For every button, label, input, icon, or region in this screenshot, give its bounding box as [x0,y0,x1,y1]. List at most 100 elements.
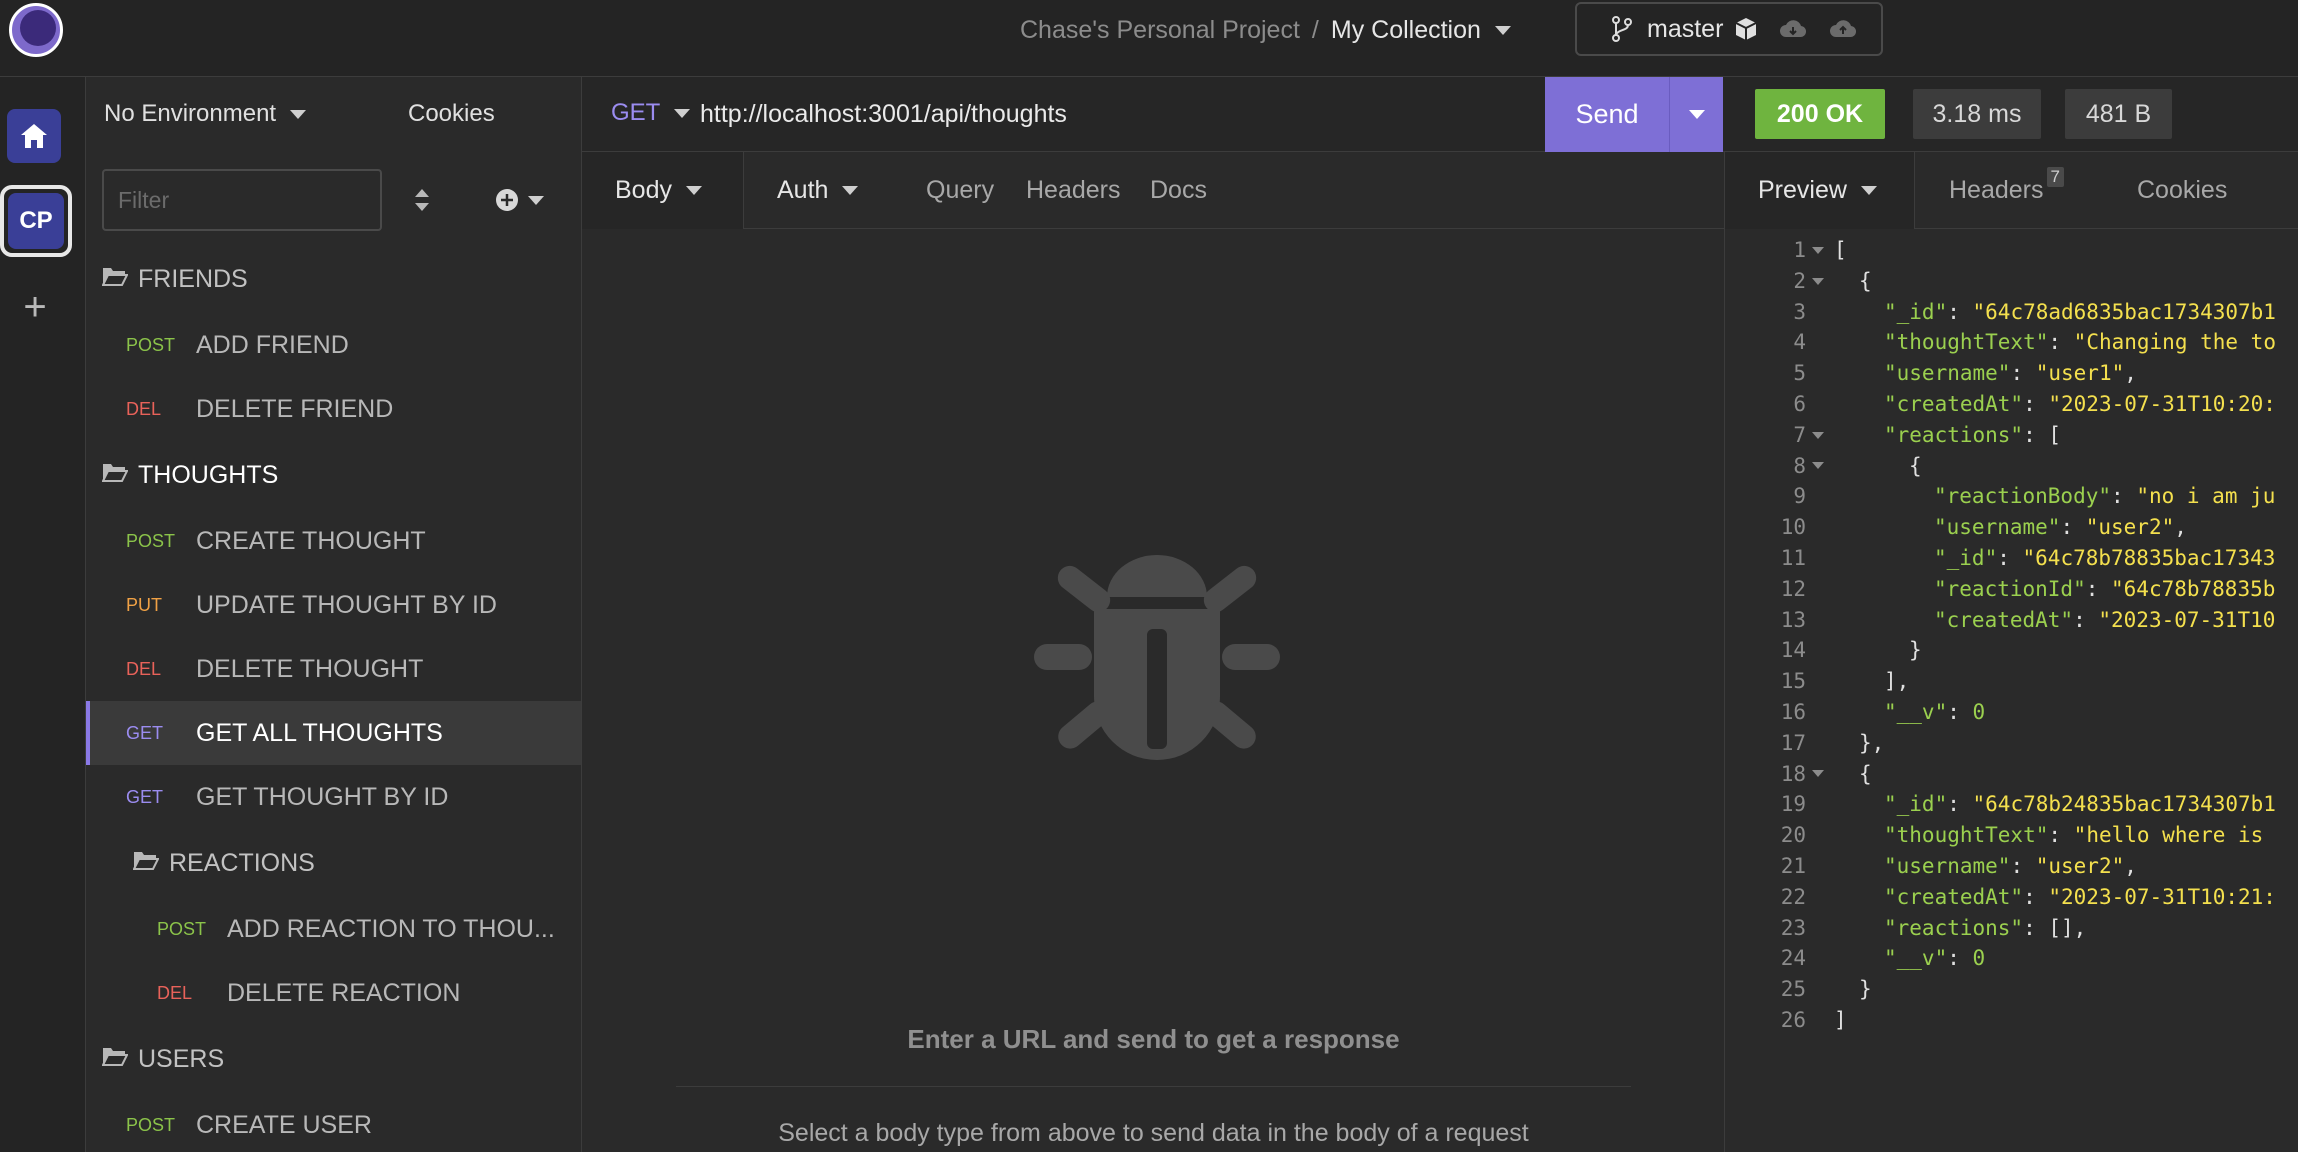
request-name: DELETE REACTION [227,978,461,1007]
code-line: 6 "createdAt": "2023-07-31T10:20: [1725,389,2298,420]
line-number: 13 [1780,607,1806,632]
sidebar-request-item[interactable]: DEL DELETE THOUGHT [86,637,581,701]
collection-sidebar: No Environment Cookies FRIENDS POST ADD FR… [86,77,582,1152]
breadcrumb: Chase's Personal Project / My Collection [1020,14,1511,46]
line-number: 7 [1793,422,1806,447]
code-text: "__v": 0 [1884,946,1986,971]
fold-toggle-icon[interactable] [1808,266,1828,297]
tab-docs[interactable]: Docs [1150,152,1207,229]
code-text: "reactionId": "64c78b78835b [1934,576,2276,601]
code-text: "reactionBody": "no i am ju [1934,484,2276,509]
method-select[interactable]: GET [611,99,691,127]
tab-query[interactable]: Query [926,152,994,229]
tab-preview[interactable]: Preview [1725,152,1915,229]
tab-response-headers[interactable]: Headers 7 [1949,152,2064,229]
code-text: { [1859,268,1872,293]
folder-users[interactable]: USERS [86,1025,581,1093]
sidebar-request-item[interactable]: DEL DELETE FRIEND [86,377,581,441]
code-text: ] [1834,1007,1847,1032]
fold-toggle-icon[interactable] [1808,420,1828,451]
branch-selector[interactable]: master [1575,2,1883,56]
sort-icon[interactable] [410,186,434,214]
request-pane: GET Send Body Auth Query Headers Docs [582,77,1725,1152]
line-number: 3 [1793,299,1806,324]
code-line: 3 "_id": "64c78ad6835bac1734307b1 [1725,297,2298,328]
fold-gutter [1808,635,1828,666]
request-name: ADD FRIEND [196,330,349,359]
code-text: "reactions": [], [1884,915,2087,940]
code-text: "reactions": [ [1884,422,2062,447]
url-input[interactable] [700,91,1540,137]
code-line: 2{ [1725,266,2298,297]
line-number: 25 [1780,977,1806,1002]
home-button[interactable] [7,109,61,163]
sidebar-request-item[interactable]: DEL DELETE REACTION [86,961,581,1025]
sidebar-request-item[interactable]: PUT UPDATE THOUGHT BY ID [86,573,581,637]
tab-headers[interactable]: Headers [1026,152,1121,229]
send-button[interactable]: Send [1545,77,1723,152]
fold-gutter [1808,297,1828,328]
code-line: 26] [1725,1005,2298,1036]
cube-icon[interactable] [1735,17,1757,41]
environment-select[interactable]: No Environment [104,100,307,128]
code-text: "createdAt": "2023-07-31T10:21: [1884,884,2276,909]
fold-gutter [1808,605,1828,636]
sidebar-request-item[interactable]: POST ADD REACTION TO THOU... [86,897,581,961]
send-options-button[interactable] [1669,77,1723,152]
code-line: 5 "username": "user1", [1725,358,2298,389]
folder-reactions[interactable]: REACTIONS [86,829,581,897]
method-badge: PUT [126,594,162,615]
method-badge: DEL [126,658,162,679]
code-line: 25} [1725,974,2298,1005]
cookies-button[interactable]: Cookies [408,100,495,128]
chevron-down-icon[interactable] [1494,25,1511,35]
folder-friends[interactable]: FRIENDS [86,245,581,313]
branch-name: master [1647,14,1724,43]
tab-body-label: Body [615,176,672,204]
environment-row: No Environment Cookies [86,77,581,155]
tab-body[interactable]: Body [582,152,744,229]
fold-toggle-icon[interactable] [1808,451,1828,482]
home-icon [21,124,47,148]
breadcrumb-project[interactable]: Chase's Personal Project [1020,14,1300,46]
tab-response-cookies[interactable]: Cookies [2137,152,2227,229]
request-name: UPDATE THOUGHT BY ID [196,590,497,619]
code-text: "thoughtText": "hello where is [1884,823,2264,848]
tab-auth[interactable]: Auth [777,152,859,229]
line-number: 22 [1780,884,1806,909]
fold-gutter [1808,820,1828,851]
code-line: 4 "thoughtText": "Changing the to [1725,327,2298,358]
response-tabs: Preview Headers 7 Cookies [1725,152,2298,229]
line-number: 10 [1780,515,1806,540]
sidebar-request-item[interactable]: GET GET THOUGHT BY ID [86,765,581,829]
folder-thoughts[interactable]: THOUGHTS [86,441,581,509]
code-line: 12 "reactionId": "64c78b78835b [1725,574,2298,605]
request-tree: FRIENDS POST ADD FRIEND DEL DELETE FRIEND THO… [86,245,581,1152]
sidebar-request-item[interactable]: POST CREATE THOUGHT [86,509,581,573]
add-request-menu[interactable] [494,187,544,213]
cloud-upload-icon[interactable] [1829,18,1857,40]
fold-toggle-icon[interactable] [1808,759,1828,790]
sidebar-request-item[interactable]: POST ADD FRIEND [86,313,581,377]
add-workspace-button[interactable]: + [17,287,53,327]
code-text: "username": "user2", [1884,853,2137,878]
code-line: 24 "__v": 0 [1725,943,2298,974]
breadcrumb-collection[interactable]: My Collection [1331,14,1481,46]
plus-circle-icon [496,189,518,211]
code-text: }, [1859,730,1885,755]
code-text: "__v": 0 [1884,699,1986,724]
code-line: 21 "username": "user2", [1725,851,2298,882]
folder-label: FRIENDS [138,264,248,293]
code-line: 1[ [1725,235,2298,266]
insomnia-logo-icon[interactable] [9,3,63,57]
sidebar-request-item[interactable]: GET GET ALL THOUGHTS [86,701,581,765]
workspace-avatar[interactable]: CP [0,185,72,257]
breadcrumb-separator: / [1311,16,1319,44]
code-text: "createdAt": "2023-07-31T10 [1934,607,2276,632]
chevron-down-icon [290,109,307,119]
fold-toggle-icon[interactable] [1808,235,1828,266]
fold-gutter [1808,574,1828,605]
filter-input[interactable] [102,169,382,231]
sidebar-request-item[interactable]: POST CREATE USER [86,1093,581,1152]
cloud-download-icon[interactable] [1779,18,1807,40]
